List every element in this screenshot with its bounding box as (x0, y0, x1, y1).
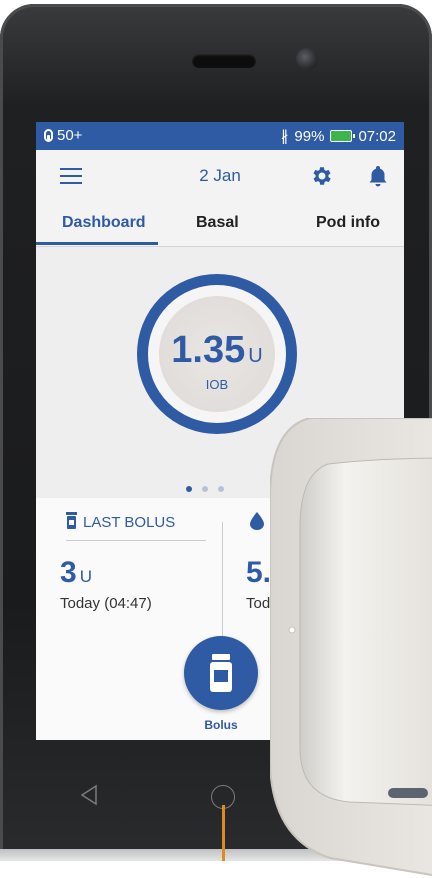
current-date: 2 Jan (199, 166, 241, 185)
bell-icon[interactable] (367, 164, 389, 188)
tab-basal[interactable]: Basal (196, 214, 239, 232)
card-column-divider (222, 522, 223, 642)
iob-value: 1.35 U (148, 329, 286, 372)
nav-back-icon[interactable] (80, 784, 98, 806)
page-dot (218, 486, 224, 492)
last-bolus-unit: U (79, 567, 92, 586)
bluetooth-icon: ∦ (280, 128, 289, 145)
clock-time: 07:02 (358, 127, 396, 145)
tab-bar: Dashboard Basal Pod info (36, 202, 404, 247)
callout-line (222, 805, 225, 861)
front-camera (296, 48, 318, 70)
gear-icon[interactable] (310, 164, 334, 188)
card-divider (66, 540, 206, 541)
earpiece-speaker (192, 54, 256, 68)
battery-percent: 99% (294, 127, 325, 145)
iob-number: 1.35 (171, 329, 246, 371)
battery-icon (330, 130, 356, 142)
active-tab-indicator (36, 242, 158, 245)
insulin-vial-icon (66, 512, 77, 529)
bolus-button[interactable] (184, 636, 258, 710)
last-bolus-title: LAST BOLUS (83, 514, 176, 531)
system-status: ∦ 99% 07:02 (280, 127, 396, 146)
page-dot (186, 486, 192, 492)
iob-label: IOB (205, 377, 229, 392)
pod-status: 50+ (44, 127, 82, 144)
app-bar: 2 Jan (36, 150, 404, 202)
last-bolus-value: 3U (60, 556, 92, 590)
pod-insulin-icon (44, 129, 53, 142)
last-bolus-time: Today (04:47) (60, 595, 152, 612)
bolus-vial-icon (210, 654, 232, 692)
right-panel-value: 5. (246, 556, 272, 589)
pod-insulin-label: 50+ (57, 127, 83, 144)
status-bar: 50+ ∦ 99% 07:02 (36, 122, 404, 150)
tab-pod-info[interactable]: Pod info (316, 214, 380, 232)
page-dot (202, 486, 208, 492)
drop-icon (250, 512, 264, 530)
tab-dashboard[interactable]: Dashboard (62, 214, 146, 232)
bolus-button-label[interactable]: Bolus (184, 718, 258, 732)
iob-gauge: 1.35 U IOB (137, 274, 297, 434)
last-bolus-amount: 3 (60, 556, 77, 589)
page-indicator (186, 486, 224, 492)
pod-device-image (270, 418, 432, 877)
iob-unit: U (248, 345, 263, 367)
